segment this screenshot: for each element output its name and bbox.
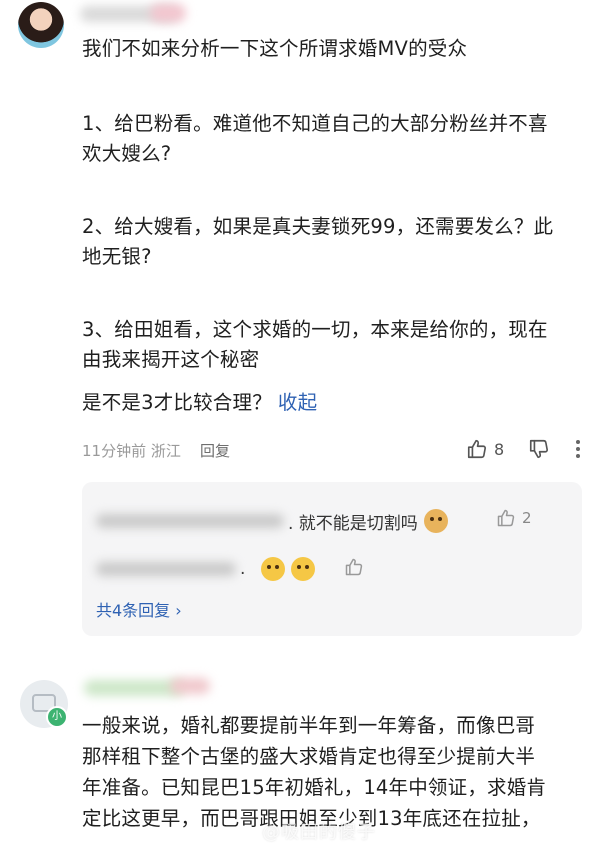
user-avatar[interactable] [18, 2, 64, 48]
comment-line-3: 3、给田姐看，这个求婚的一切，本来是给你的，现在 由我来揭开这个秘密 [82, 318, 548, 371]
comment-meta-row: 11分钟前 浙江 回复 8 [82, 438, 582, 464]
comment-line-2: 2、给大嫂看，如果是真夫妻锁死99，还需要发么？此 地无银? [82, 215, 554, 268]
comment-line-1: 1、给巴粉看。难道他不知道自己的大部分粉丝并不喜 欢大嫂么? [82, 112, 548, 165]
collapse-link[interactable]: 收起 [278, 391, 317, 414]
like-button[interactable]: 8 [466, 438, 504, 460]
comment-body-conclusion: 是不是3才比较合理？ 收起 [82, 388, 592, 418]
thumbs-up-icon [466, 438, 488, 460]
comment-body-point-2: 2、给大嫂看，如果是真夫妻锁死99，还需要发么？此 地无银? [82, 212, 592, 272]
like-count: 8 [494, 439, 505, 459]
username-badge-blurred [150, 4, 186, 22]
smirk-emoji-icon [291, 557, 316, 581]
comment2-text: 一般来说，婚礼都要提前半年到一年筹备，而像巴哥 那样租下整个古堡的盛大求婚肯定也… [82, 714, 547, 830]
comment-body-point-3: 3、给田姐看，这个求婚的一切，本来是给你的，现在 由我来揭开这个秘密 [82, 315, 592, 375]
thumbs-up-icon [496, 508, 516, 528]
comment-line-conclusion: 是不是3才比较合理？ [82, 391, 272, 414]
comment-body: 一般来说，婚礼都要提前半年到一年筹备，而像巴哥 那样租下整个古堡的盛大求婚肯定也… [82, 710, 592, 834]
username-blurred[interactable] [84, 680, 184, 696]
view-all-replies-link[interactable]: 共4条回复 › [96, 597, 182, 621]
doge-emoji-icon [423, 509, 448, 533]
thumbs-up-icon [344, 557, 364, 577]
reply-like-button[interactable]: 2 [496, 508, 532, 528]
reply-username-blurred [96, 514, 284, 528]
thumbs-down-icon[interactable] [528, 438, 550, 460]
smirk-emoji-icon [261, 557, 286, 581]
more-options-icon[interactable] [574, 438, 582, 460]
reply-like-count: 2 [522, 509, 532, 527]
reply-username-blurred [96, 562, 236, 576]
comment-body-point-1: 1、给巴粉看。难道他不知道自己的大部分粉丝并不喜 欢大嫂么? [82, 109, 592, 169]
reply-text: . 就不能是切割吗 [288, 513, 418, 534]
reply-like-button[interactable] [344, 557, 364, 577]
watermark: @吸田的傻子 [262, 822, 376, 843]
comment-timestamp: 11分钟前 浙江 [82, 442, 181, 460]
reply-button[interactable]: 回复 [200, 440, 230, 461]
level-badge: 小 [46, 706, 68, 728]
reply-item[interactable]: . 就不能是切割吗 [96, 506, 448, 536]
comment-body: 我们不如来分析一下这个所谓求婚MV的受众 [82, 34, 592, 64]
reply-text: . [240, 559, 246, 579]
username-badge-blurred [170, 678, 210, 694]
comment-line-intro: 我们不如来分析一下这个所谓求婚MV的受众 [82, 37, 468, 60]
reply-item[interactable]: . [96, 554, 316, 584]
